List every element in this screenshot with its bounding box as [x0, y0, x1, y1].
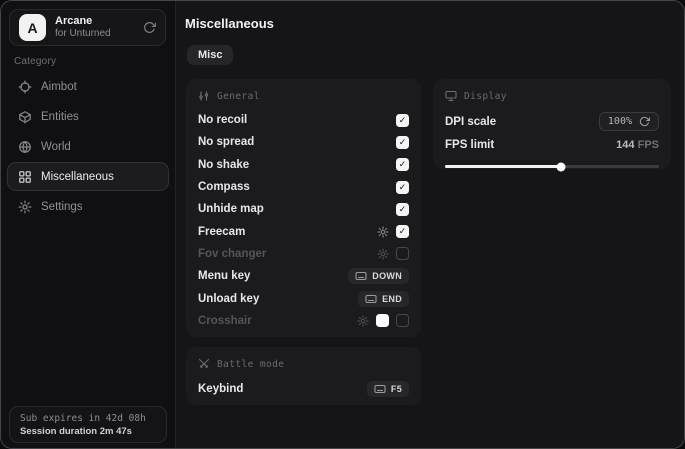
setting-row-menu-key: Menu key DOWN	[198, 265, 409, 287]
fov-changer-checkbox[interactable]	[396, 247, 409, 260]
swords-icon	[198, 358, 210, 370]
panel-display: Display DPI scale 100% FPS limit 144 FPS	[433, 79, 671, 169]
keyboard-icon	[365, 294, 377, 304]
fps-limit-slider[interactable]	[445, 165, 659, 168]
monitor-icon	[445, 90, 457, 102]
sidebar-item-label: Settings	[41, 201, 83, 213]
unload-key-keybind[interactable]: END	[358, 291, 409, 307]
grid-icon	[18, 170, 32, 184]
crosshair-icon	[18, 80, 32, 94]
sidebar-item-entities[interactable]: Entities	[7, 102, 169, 131]
sidebar-item-label: Entities	[41, 111, 79, 123]
sync-icon[interactable]	[143, 21, 156, 34]
fps-slider-thumb[interactable]	[556, 162, 565, 171]
crosshair-gear-icon[interactable]	[357, 315, 369, 327]
app-name: Arcane	[55, 15, 134, 28]
subscription-status-card: Sub expires in 42d 08h Session duration …	[9, 406, 167, 443]
sidebar-nav: Aimbot Entities World Miscellaneous	[7, 72, 169, 221]
freecam-gear-icon[interactable]	[377, 226, 389, 238]
page-title: Miscellaneous	[185, 16, 274, 31]
sidebar-item-settings[interactable]: Settings	[7, 192, 169, 221]
crosshair-checkbox[interactable]	[396, 314, 409, 327]
fov-changer-gear-icon[interactable]	[377, 248, 389, 260]
panel-battle-mode: Battle mode Keybind F5	[186, 347, 421, 405]
app-window: A Arcane for Unturned Category Aimbot	[0, 0, 685, 449]
panel-title: Battle mode	[217, 359, 284, 370]
setting-row-freecam: Freecam	[198, 220, 409, 242]
keyboard-icon	[355, 271, 367, 281]
setting-row-no-shake: No shake	[198, 154, 409, 176]
tab-misc[interactable]: Misc	[187, 45, 233, 65]
crosshair-color-swatch[interactable]	[376, 314, 389, 327]
dpi-scale-control[interactable]: 100%	[599, 112, 659, 131]
sidebar: A Arcane for Unturned Category Aimbot	[1, 1, 176, 448]
keyboard-icon	[374, 384, 386, 394]
setting-row-keybind: Keybind F5	[198, 377, 409, 401]
sidebar-item-label: Miscellaneous	[41, 171, 114, 183]
setting-row-no-recoil: No recoil	[198, 109, 409, 131]
setting-row-compass: Compass	[198, 176, 409, 198]
setting-row-no-spread: No spread	[198, 131, 409, 153]
unhide-map-checkbox[interactable]	[396, 203, 409, 216]
setting-row-fov-changer: Fov changer	[198, 243, 409, 265]
no-shake-checkbox[interactable]	[396, 158, 409, 171]
setting-row-dpi-scale: DPI scale 100%	[445, 109, 659, 134]
sub-expiry-text: Sub expires in 42d 08h	[20, 413, 156, 424]
globe-icon	[18, 140, 32, 154]
category-label: Category	[14, 56, 56, 67]
app-logo: A	[19, 14, 46, 41]
panel-title: Display	[464, 91, 507, 102]
sidebar-item-label: World	[41, 141, 71, 153]
sliders-icon	[198, 90, 210, 102]
panel-title: General	[217, 91, 260, 102]
fps-limit-value: 144 FPS	[616, 139, 659, 151]
entities-icon	[18, 110, 32, 124]
app-header-card[interactable]: A Arcane for Unturned	[9, 9, 166, 46]
sidebar-item-label: Aimbot	[41, 81, 77, 93]
no-recoil-checkbox[interactable]	[396, 114, 409, 127]
main-content: Miscellaneous Misc General No recoil No …	[176, 1, 684, 448]
sidebar-item-world[interactable]: World	[7, 132, 169, 161]
refresh-icon[interactable]	[639, 116, 650, 127]
panel-general: General No recoil No spread No shake Com…	[186, 79, 421, 337]
sidebar-item-aimbot[interactable]: Aimbot	[7, 72, 169, 101]
setting-row-crosshair: Crosshair	[198, 310, 409, 332]
compass-checkbox[interactable]	[396, 181, 409, 194]
setting-row-unhide-map: Unhide map	[198, 198, 409, 220]
setting-row-unload-key: Unload key END	[198, 287, 409, 309]
session-duration-text: Session duration 2m 47s	[20, 426, 156, 437]
setting-row-fps-limit: FPS limit 144 FPS	[445, 134, 659, 156]
fps-slider-fill	[445, 165, 561, 168]
menu-key-keybind[interactable]: DOWN	[348, 268, 409, 284]
battle-mode-keybind[interactable]: F5	[367, 381, 409, 397]
app-subtitle: for Unturned	[55, 28, 134, 40]
sidebar-item-miscellaneous[interactable]: Miscellaneous	[7, 162, 169, 191]
no-spread-checkbox[interactable]	[396, 136, 409, 149]
gear-icon	[18, 200, 32, 214]
freecam-checkbox[interactable]	[396, 225, 409, 238]
